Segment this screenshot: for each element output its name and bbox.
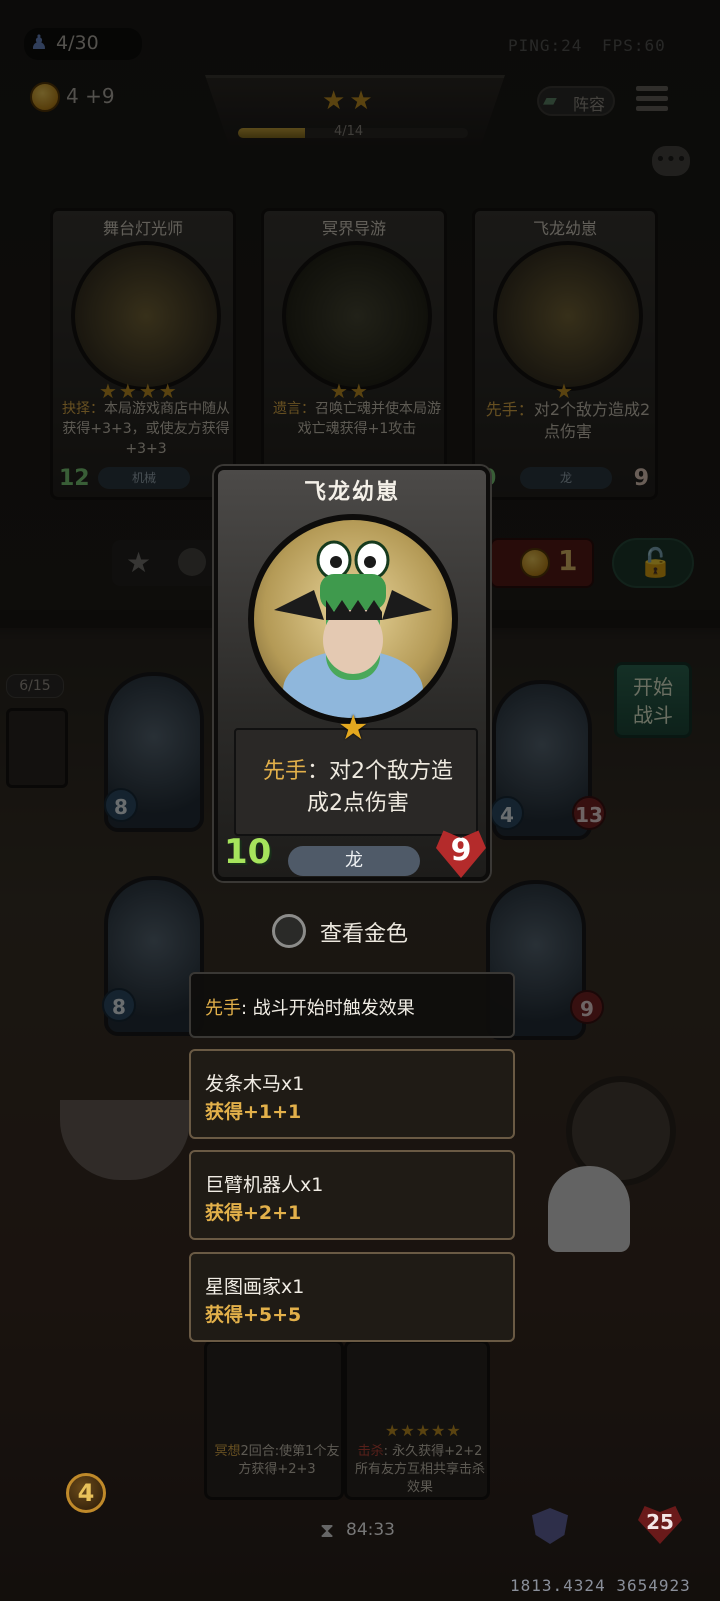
debug-coordinates: 1813.4324 3654923	[510, 1576, 691, 1595]
lineup-label: 阵容	[573, 95, 606, 114]
player-count: 4/30	[56, 32, 99, 54]
lineup-book-icon: ▰	[543, 90, 557, 111]
stat-source-name: 星图画家x1	[205, 1276, 305, 1298]
shop-card-tribe: 机械	[98, 467, 190, 489]
shop-card-portrait	[282, 241, 432, 391]
hero-health: 25	[638, 1506, 682, 1544]
hero-hp-label: 6/15	[6, 674, 64, 698]
stat-source-panel: 发条木马x1 获得+1+1	[189, 1049, 515, 1139]
dragon-portrait-art	[274, 540, 432, 718]
featured-card-portrait	[248, 514, 458, 724]
menu-icon[interactable]	[636, 84, 668, 116]
armor-icon	[532, 1508, 568, 1544]
shop-card-portrait	[493, 241, 643, 391]
gold-amount: 4 +9	[66, 84, 115, 108]
shop-card-health: 9	[633, 466, 649, 491]
lineup-button[interactable]: ▰ 阵容	[537, 86, 615, 116]
featured-card-attack: 10	[224, 832, 272, 872]
player-icon: ♟	[30, 30, 48, 54]
hand-card[interactable]: 冥想2回合:使第1个友方获得+2+3	[204, 1340, 344, 1500]
gold-coin-icon	[30, 82, 60, 112]
featured-card-star-icon: ★	[338, 708, 369, 748]
shop-card-name: 飞龙幼崽	[532, 219, 597, 238]
hand-card-stars: ★★★★★	[385, 1421, 462, 1440]
refresh-coin-icon	[520, 548, 550, 578]
golden-radio[interactable]	[272, 914, 306, 948]
game-screen: ♟ 4/30 4 +9 PING:24 FPS:60 ★ ★ 4/14 ▰ 阵容…	[0, 0, 720, 1601]
bottom-gold-counter: 4	[66, 1473, 106, 1513]
view-golden-label: 查看金色	[320, 922, 409, 947]
shop-card-desc: 先手：对2个敌方造成2点伤害	[485, 400, 651, 441]
shop-card-desc: 抉择：本局游戏商店中随从获得+3+3，或使友方获得+3+3	[62, 401, 230, 457]
lock-shop-button[interactable]: 🔓	[612, 538, 694, 588]
shop-card[interactable]: 舞台灯光师 ★★★★ 抉择：本局游戏商店中随从获得+3+3，或使友方获得+3+3…	[50, 208, 236, 500]
stat-source-name: 发条木马x1	[205, 1073, 305, 1095]
fps-readout: FPS:60	[602, 36, 666, 55]
keyword-tooltip-text: 先手: 战斗开始时触发效果	[205, 998, 415, 1019]
board-minion[interactable]: 8	[104, 672, 204, 832]
stat-source-gain: 获得+1+1	[205, 1101, 302, 1123]
shop-card[interactable]: 冥界导游 ★★ 遗言：召唤亡魂并使本局游戏亡魂获得+1攻击	[261, 208, 447, 500]
ping-readout: PING:24	[508, 36, 583, 55]
featured-card-name: 飞龙幼崽	[303, 480, 400, 505]
refresh-button[interactable]: 1	[490, 538, 594, 588]
tavern-star-icon: ★	[349, 86, 373, 116]
stat-source-panel: 巨臂机器人x1 获得+2+1	[189, 1150, 515, 1240]
opponent-avatar[interactable]	[6, 708, 68, 788]
shop-card-portrait	[71, 241, 221, 391]
minion-attack: 4	[490, 796, 524, 830]
hourglass-icon: ⧗	[320, 1518, 335, 1542]
tavern-stars: ★ ★	[322, 88, 392, 114]
turn-timer: 84:33	[346, 1520, 395, 1540]
chat-icon[interactable]: •••	[652, 146, 690, 176]
hand-card-desc: 击杀: 永久获得+2+2 所有友方互相共享击杀效果	[354, 1444, 485, 1495]
stat-source-gain: 获得+2+1	[205, 1202, 302, 1224]
hand-card[interactable]: ★★★★★ 击杀: 永久获得+2+2 所有友方互相共享击杀效果	[344, 1340, 490, 1500]
player-count-pill: ♟ 4/30	[24, 28, 142, 60]
featured-card-desc: 先手：对2个敌方造 成2点伤害	[262, 759, 453, 816]
minion-health: 13	[572, 796, 606, 830]
minion-attack: 8	[102, 988, 136, 1022]
shop-card-tribe: 龙	[520, 467, 612, 489]
shop-card[interactable]: 飞龙幼崽 ★ 先手：对2个敌方造成2点伤害 龙 0 9	[472, 208, 658, 500]
stat-source-name: 巨臂机器人x1	[205, 1174, 324, 1196]
teacup-decoration	[60, 1100, 190, 1180]
keyword-tooltip: 先手: 战斗开始时触发效果	[189, 972, 515, 1038]
minion-health: 9	[570, 990, 604, 1024]
hand-card-desc: 冥想2回合:使第1个友方获得+2+3	[214, 1444, 340, 1477]
upgrade-star-icon: ★	[126, 546, 152, 579]
shop-card-name: 冥界导游	[321, 219, 386, 238]
start-battle-label: 开始战斗	[633, 675, 673, 727]
upgrade-tavern-button[interactable]: ★	[112, 540, 222, 586]
minion-attack: 8	[104, 788, 138, 822]
tavern-star-icon: ★	[322, 86, 346, 116]
featured-card: 飞龙幼崽 先手：对2个敌方造 成2点伤害 ★ 龙 10 9	[214, 466, 490, 881]
stat-source-gain: 获得+5+5	[205, 1304, 302, 1326]
view-golden-toggle[interactable]: 查看金色	[272, 912, 432, 952]
tavern-progress-text: 4/14	[334, 124, 364, 139]
start-battle-button[interactable]: 开始战斗	[614, 662, 692, 738]
tavern-upgrade-fill	[238, 128, 305, 138]
ghost-mascot	[548, 1166, 630, 1252]
stat-source-panel: 星图画家x1 获得+5+5	[189, 1252, 515, 1342]
featured-card-tribe: 龙	[288, 846, 420, 876]
shop-card-attack: 12	[59, 466, 90, 491]
shop-card-desc: 遗言：召唤亡魂并使本局游戏亡魂获得+1攻击	[273, 401, 441, 437]
refresh-cost: 1	[558, 544, 578, 577]
lock-icon: 🔓	[638, 546, 673, 579]
shop-card-name: 舞台灯光师	[102, 219, 183, 238]
upgrade-cost-icon	[178, 548, 206, 576]
board-minion[interactable]: 4 13	[490, 680, 606, 840]
